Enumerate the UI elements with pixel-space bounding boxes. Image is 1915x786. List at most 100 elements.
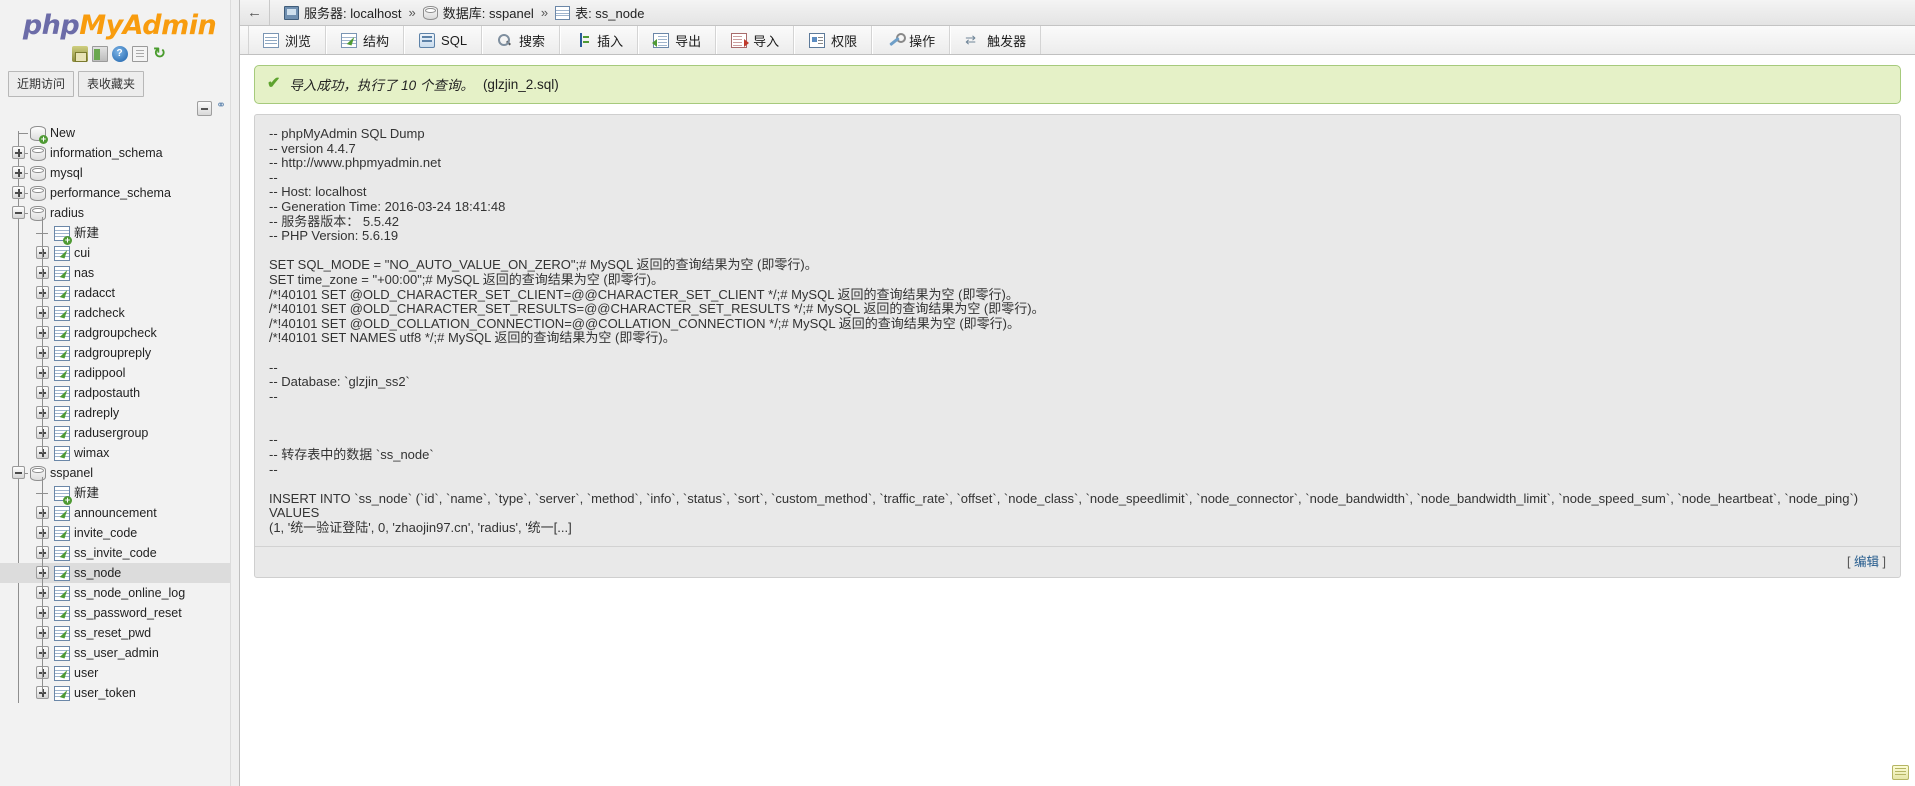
database-icon	[422, 5, 438, 20]
tree-table-item[interactable]: wimax	[0, 443, 230, 463]
tree-database-item[interactable]: performance_schema	[0, 183, 230, 203]
tree-table-item[interactable]: ss_invite_code	[0, 543, 230, 563]
edit-query-link[interactable]: 编辑	[1854, 555, 1879, 569]
tree-database-item[interactable]: information_schema	[0, 143, 230, 163]
tree-database-item[interactable]: radius	[0, 203, 230, 223]
tree-table-item[interactable]: radippool	[0, 363, 230, 383]
breadcrumb-table[interactable]: 表: ss_node	[575, 3, 644, 22]
breadcrumb-server[interactable]: 服务器: localhost	[304, 3, 402, 22]
tab-import[interactable]: 导入	[716, 26, 795, 54]
phpmyadmin-window: phpMyAdmin ? ↻ 近期访问表收藏夹 New information_sc…	[0, 0, 1915, 786]
home-icon[interactable]	[71, 45, 88, 62]
tree-item-label: 新建	[74, 226, 100, 240]
insert-icon	[575, 32, 591, 48]
tree-collapse-icon[interactable]	[12, 206, 25, 219]
tab-sql[interactable]: SQL	[404, 26, 483, 54]
breadcrumb-database[interactable]: 数据库: sspanel	[443, 3, 534, 22]
tree-item-label: performance_schema	[50, 186, 171, 200]
tree-table-item[interactable]: cui	[0, 243, 230, 263]
refresh-icon[interactable]: ↻	[152, 45, 168, 62]
exit-icon[interactable]	[91, 45, 108, 62]
table-icon	[54, 286, 70, 301]
tree-table-item[interactable]: nas	[0, 263, 230, 283]
back-button[interactable]: ←	[240, 0, 270, 25]
sidebar-control-bar	[0, 98, 239, 121]
tree-item-label: radpostauth	[74, 386, 141, 400]
tree-table-item[interactable]: user_token	[0, 683, 230, 703]
sidebar-scrollbar[interactable]	[230, 0, 239, 786]
tree-database-item[interactable]: New	[0, 123, 230, 144]
tree-table-item[interactable]: ss_node	[0, 563, 230, 583]
tree-table-item[interactable]: announcement	[0, 503, 230, 523]
tree-item-label: user	[74, 666, 99, 680]
breadcrumb-separator-1: »	[408, 5, 416, 20]
tab-structure[interactable]: 结构	[326, 26, 405, 54]
table-icon	[555, 5, 571, 20]
help-icon[interactable]: ?	[111, 45, 128, 62]
tree-database-item[interactable]: mysql	[0, 163, 230, 183]
table-icon	[54, 686, 70, 701]
query-window-icon[interactable]	[1892, 765, 1909, 780]
tree-table-item[interactable]: radreply	[0, 403, 230, 423]
tree-expand-icon[interactable]	[12, 186, 25, 199]
database-icon	[30, 186, 46, 201]
tree-table-item[interactable]: user	[0, 663, 230, 683]
tree-item-label: sspanel	[50, 466, 94, 480]
tab-export-label: 导出	[675, 33, 702, 49]
database-tree: New information_schemamysql performance_sc…	[0, 123, 239, 786]
tab-insert[interactable]: 插入	[560, 26, 639, 54]
sql-query-output-box: -- phpMyAdmin SQL Dump -- version 4.4.7 …	[254, 114, 1901, 578]
main-panel: ← 服务器: localhost » 数据库: sspanel » 表: ss_…	[240, 0, 1915, 786]
tree-item-label: ss_invite_code	[74, 546, 157, 560]
sql-icon	[419, 32, 436, 48]
tree-table-item[interactable]: ss_password_reset	[0, 603, 230, 623]
tab-operations[interactable]: 操作	[872, 26, 951, 54]
logo-php: php	[22, 10, 80, 41]
tree-table-item[interactable]: 新建	[0, 223, 230, 245]
favorite-tables-tab[interactable]: 表收藏夹	[78, 71, 145, 97]
table-icon	[54, 646, 70, 661]
tree-table-item[interactable]: invite_code	[0, 523, 230, 543]
table-icon	[54, 246, 70, 261]
tab-privileges[interactable]: 权限	[794, 26, 873, 54]
operations-icon	[887, 32, 907, 48]
tree-table-item[interactable]: radpostauth	[0, 383, 230, 403]
tree-item-label: radgroupreply	[74, 346, 152, 360]
new-table-icon	[54, 226, 72, 245]
tree-table-item[interactable]: radgroupcheck	[0, 323, 230, 343]
tree-table-item[interactable]: 新建	[0, 483, 230, 505]
tree-table-item[interactable]: radacct	[0, 283, 230, 303]
tree-item-label: radusergroup	[74, 426, 149, 440]
tab-import-label: 导入	[753, 33, 780, 49]
table-icon	[54, 506, 70, 521]
phpmyadmin-logo[interactable]: phpMyAdmin	[0, 0, 239, 43]
tree-table-item[interactable]: radgroupreply	[0, 343, 230, 363]
recent-tables-tab[interactable]: 近期访问	[8, 71, 75, 97]
database-icon	[30, 466, 46, 481]
tree-table-item[interactable]: ss_user_admin	[0, 643, 230, 663]
tab-search-label: 搜索	[519, 33, 546, 49]
tree-collapse-icon[interactable]	[12, 466, 25, 479]
tab-triggers[interactable]: 触发器	[950, 26, 1042, 54]
database-icon	[30, 146, 46, 161]
triggers-icon	[965, 33, 981, 48]
collapse-all-icon[interactable]	[197, 101, 212, 117]
table-tab-bar: 浏览 结构 SQL 搜索 插入 导出 导入 权限 操作 触发器	[240, 26, 1915, 55]
tree-expand-icon[interactable]	[12, 146, 25, 159]
tab-search[interactable]: 搜索	[482, 26, 561, 54]
tree-item-label: information_schema	[50, 146, 163, 160]
tab-browse[interactable]: 浏览	[248, 26, 327, 54]
tree-item-label: radcheck	[74, 306, 125, 320]
link-with-main-panel-icon[interactable]	[216, 98, 231, 116]
table-icon	[54, 386, 70, 401]
tree-table-item[interactable]: radcheck	[0, 303, 230, 323]
tree-table-item[interactable]: ss_node_online_log	[0, 583, 230, 603]
tree-expand-icon[interactable]	[12, 166, 25, 179]
new-database-icon	[30, 126, 48, 144]
tree-table-item[interactable]: ss_reset_pwd	[0, 623, 230, 643]
tree-table-item[interactable]: radusergroup	[0, 423, 230, 443]
tab-export[interactable]: 导出	[638, 26, 717, 54]
tree-item-label: ss_node_online_log	[74, 586, 186, 600]
docs-icon[interactable]	[131, 45, 148, 62]
tree-database-item[interactable]: sspanel	[0, 463, 230, 483]
